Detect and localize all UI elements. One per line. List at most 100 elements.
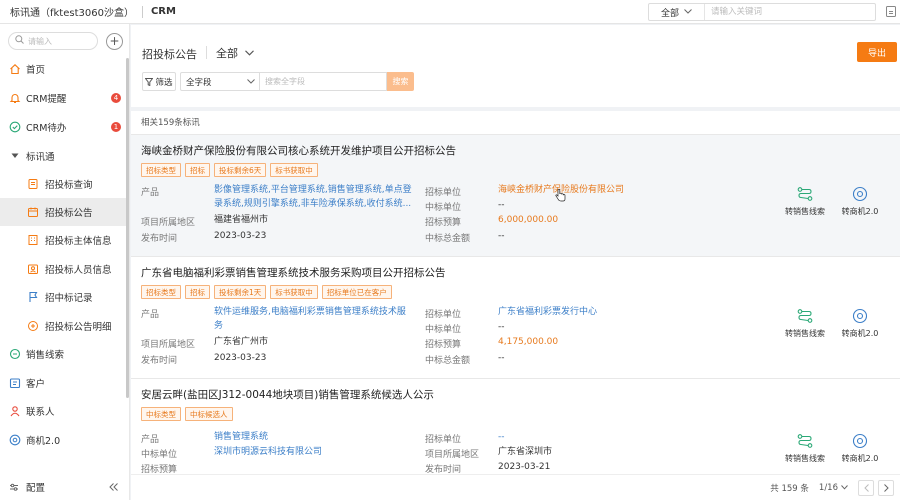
announcement-title[interactable]: 海峡金桥财产保险股份有限公司核心系统开发维护项目公开招标公告 [141,143,456,158]
config-link[interactable]: 配置 [26,480,45,494]
total-count: 共 159 条 [770,483,809,494]
convert-to-lead-button[interactable]: 转销售线索 [781,432,829,464]
sidebar-item-label: 商机2.0 [26,436,61,447]
convert-lead-label: 转销售线索 [785,329,825,338]
sidebar-search [8,32,98,50]
sidebar-group-biaoxuntong[interactable]: 标讯通 [0,142,126,170]
keyword-input[interactable] [260,77,386,86]
view-scope-select[interactable]: 全部 [216,45,254,61]
date-value: 2023-03-21 [498,462,551,472]
keyword-field [260,72,387,91]
sidebar-item-customer[interactable]: 客户 [0,369,126,397]
export-icon[interactable] [886,6,896,17]
global-search: 全部 [648,3,876,21]
announcement-title[interactable]: 广东省电脑福利彩票销售管理系统技术服务采购项目公开招标公告 [141,265,446,280]
page-select[interactable]: 1/16 [819,483,848,493]
product-value[interactable]: 务 [214,319,223,333]
convert-lead-label: 转销售线索 [785,454,825,463]
sidebar-item-bid-detail[interactable]: 招投标公告明细 [0,312,126,340]
chevron-down-icon [841,485,848,490]
page-title: 招投标公告 [142,48,197,61]
sidebar-item-bid-person[interactable]: 招投标人员信息 [0,255,126,283]
product-value[interactable]: 影像管理系统,平台管理系统,销售管理系统,单点登 [214,183,412,197]
region-value: 广东省广州市 [214,337,269,347]
collapse-sidebar-icon[interactable] [109,483,118,491]
winner-label: 中标单位 [425,325,462,335]
next-page-button[interactable] [878,479,894,496]
home-icon [8,62,22,76]
person-icon [26,262,40,276]
search-button[interactable]: 搜索 [387,72,414,91]
tenderer-label: 招标单位 [425,188,462,198]
prev-page-button[interactable] [858,479,874,496]
filter-label: 筛选 [155,77,173,88]
check-circle-icon [8,120,22,134]
export-button[interactable]: 导出 [857,42,897,62]
field-select[interactable]: 全字段 [180,72,260,91]
sidebar-search-input[interactable] [28,36,88,46]
convert-to-opportunity-button[interactable]: 转商机2.0 [836,307,884,339]
convert-to-opportunity-button[interactable]: 转商机2.0 [836,432,884,464]
sidebar-item-bid-entity[interactable]: 招投标主体信息 [0,226,126,254]
sidebar-scrollbar[interactable] [126,58,129,398]
add-button[interactable]: + [106,32,123,50]
tag: 招标单位已在客户 [321,285,392,299]
sidebar-item-home[interactable]: 首页 [0,55,126,83]
date-value: 2023-03-23 [214,353,267,363]
global-search-input[interactable] [705,4,875,20]
tenderer-value[interactable]: 广东省福利彩票发行中心 [498,305,597,319]
filter-button[interactable]: 筛选 [142,72,176,91]
product-label: 产品 [141,435,160,445]
budget-value: 4,175,000.00 [498,337,559,347]
list-item[interactable]: 广东省电脑福利彩票销售管理系统技术服务采购项目公开招标公告 招标类型 招标 投标… [131,256,900,378]
product-value[interactable]: 录系统,规则引擎系统,非车险承保系统,收付系统... [214,197,411,211]
convert-to-lead-button[interactable]: 转销售线索 [781,185,829,217]
sidebar-item-bid-query[interactable]: 招投标查询 [0,170,126,198]
convert-to-lead-button[interactable]: 转销售线索 [781,307,829,339]
opportunity-icon [851,185,869,203]
leads-icon [8,347,22,361]
field-select-value: 全字段 [186,77,212,88]
award-amount-label: 中标总金额 [425,356,471,366]
winner-value: -- [498,200,505,210]
pagination: 共 159 条 1/16 [131,474,900,500]
results-list: 相关159条标讯 海峡金桥财产保险股份有限公司核心系统开发维护项目公开招标公告 … [131,111,900,500]
caret-down-icon [8,149,22,163]
search-scope-select[interactable]: 全部 [649,4,705,20]
sidebar-item-crm-reminder[interactable]: CRM提醒 4 [0,84,126,112]
convert-to-opportunity-button[interactable]: 转商机2.0 [836,185,884,217]
sidebar-item-opportunity[interactable]: 商机2.0 [0,426,126,454]
sidebar-item-label: 客户 [26,379,46,390]
sidebar-item-bid-announcement[interactable]: 招投标公告 [0,198,126,226]
product-label: 产品 [141,188,160,198]
chevron-right-icon [883,483,889,492]
sidebar-item-contact[interactable]: 联系人 [0,397,126,425]
product-value[interactable]: 销售管理系统 [214,430,268,444]
sidebar-footer: 配置 [0,474,130,500]
sidebar-item-label: 招投标公告明细 [45,322,112,333]
convert-lead-icon [796,307,814,325]
sidebar-item-sales-leads[interactable]: 销售线索 [0,340,126,368]
announcement-title[interactable]: 安居云畔(盐田区J312-0044地块项目)销售管理系统候选人公示 [141,387,434,402]
winner-value[interactable]: 深圳市明源云科技有限公司 [214,445,322,459]
notification-badge: 4 [111,93,121,103]
tenderer-label: 招标单位 [425,435,462,445]
date-value: 2023-03-23 [214,231,267,241]
convert-lead-icon [796,185,814,203]
chevron-down-icon [247,79,255,84]
convert-lead-icon [796,432,814,450]
list-item[interactable]: 海峡金桥财产保险股份有限公司核心系统开发维护项目公开招标公告 招标类型 招标 投… [131,134,900,256]
flag-icon [26,290,40,304]
product-label: 产品 [141,310,160,320]
sidebar-item-label: 招投标主体信息 [45,236,112,247]
sidebar-item-crm-todo[interactable]: CRM待办 1 [0,113,126,141]
award-amount-value: -- [498,231,505,241]
budget-label: 招标预算 [425,218,462,228]
product-value[interactable]: 软件运维服务,电脑福利彩票销售管理系统技术服 [214,305,406,319]
sidebar-item-award-record[interactable]: 招中标记录 [0,283,126,311]
result-count: 相关159条标讯 [141,118,200,128]
chevron-down-icon [684,7,692,17]
list-header: 招投标公告 全部 导出 筛选 全字段 搜索 [131,25,900,107]
view-scope-label: 全部 [216,47,238,60]
sidebar-item-label: 招投标查询 [45,180,93,191]
